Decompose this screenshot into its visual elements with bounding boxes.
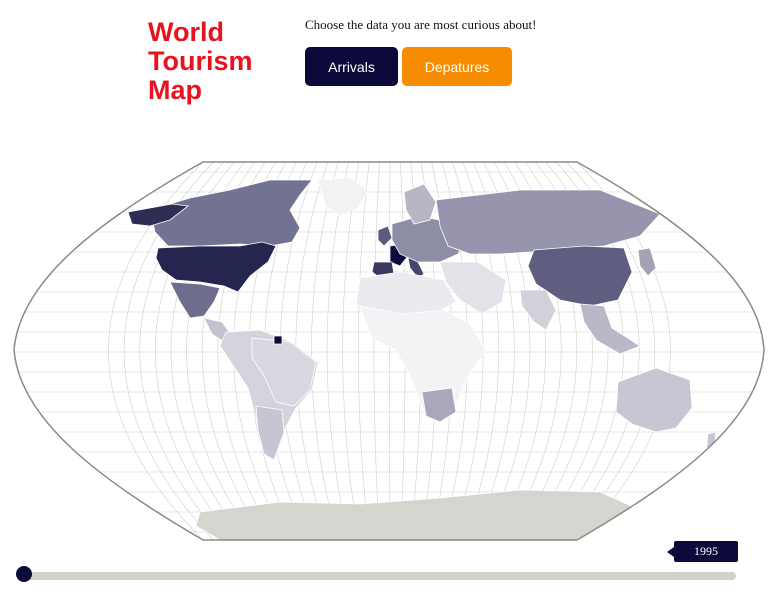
departures-button[interactable]: Depatures [402, 47, 512, 86]
data-choice-prompt: Choose the data you are most curious abo… [305, 17, 537, 32]
region-caribbean[interactable] [273, 335, 283, 345]
year-slider-thumb[interactable] [16, 566, 32, 582]
arrivals-button[interactable]: Arrivals [305, 47, 398, 86]
page-title: World Tourism Map [148, 17, 253, 105]
year-slider-track[interactable] [20, 572, 736, 580]
world-map[interactable] [0, 150, 780, 550]
region-new-zealand[interactable] [705, 431, 717, 457]
year-tooltip: 1995 [667, 541, 738, 562]
